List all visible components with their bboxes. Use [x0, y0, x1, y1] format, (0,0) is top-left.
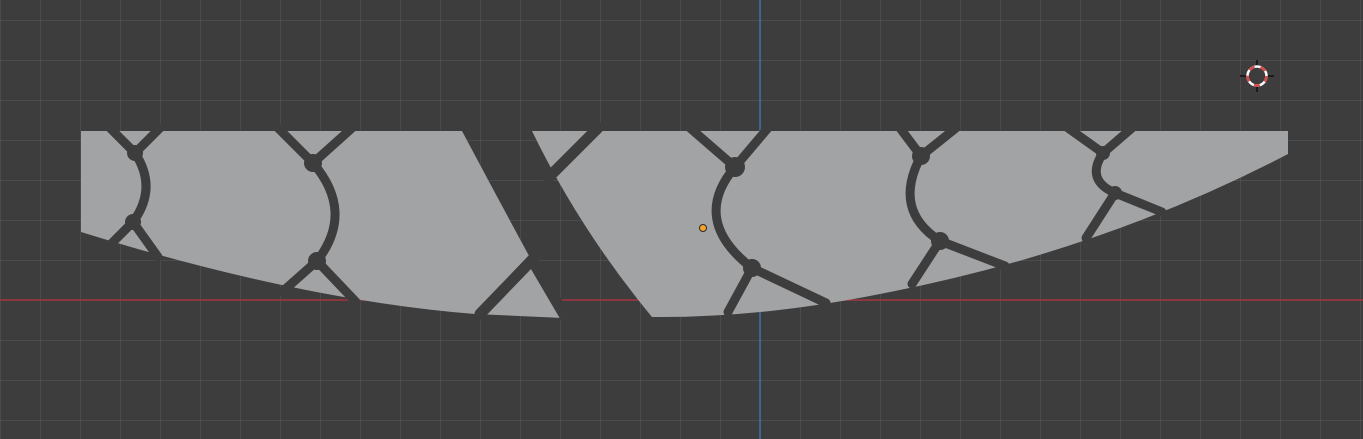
- 3d-viewport[interactable]: [0, 0, 1363, 439]
- right-mesh-outline: [532, 131, 1288, 318]
- object-origin-icon[interactable]: [699, 224, 707, 232]
- 3d-cursor-icon[interactable]: [1240, 60, 1274, 92]
- viewport-scene[interactable]: [0, 0, 1363, 439]
- right-mesh-piece[interactable]: [532, 122, 1288, 318]
- left-mesh-piece[interactable]: [81, 123, 572, 324]
